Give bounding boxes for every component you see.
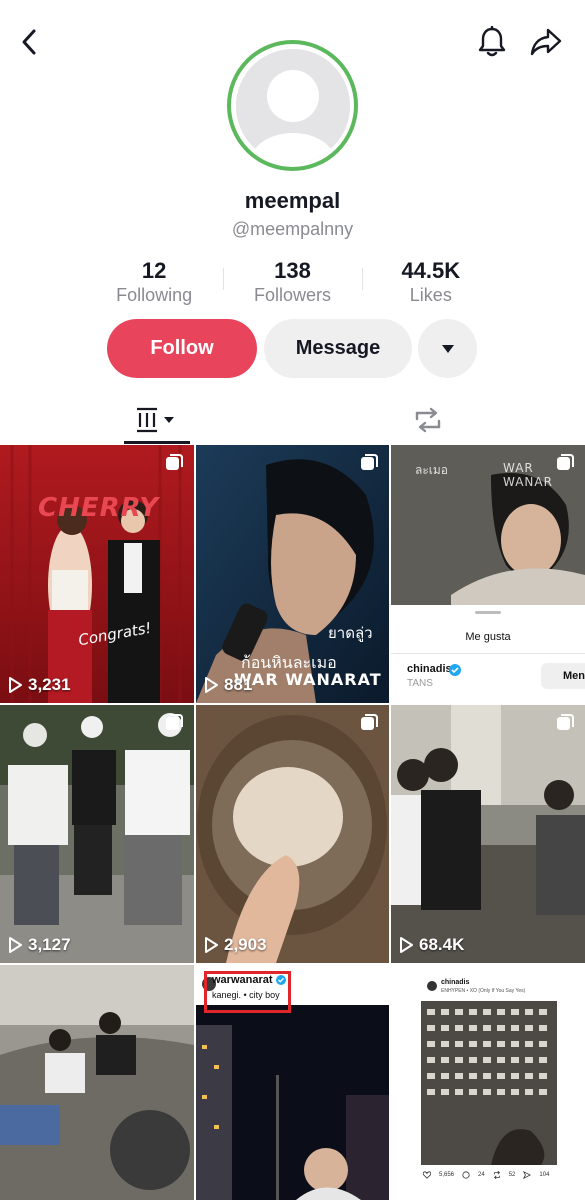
more-options-button[interactable] — [418, 319, 477, 378]
video-thumbnail-image — [391, 705, 585, 963]
embedded-text: chinadis — [441, 979, 470, 986]
video-overlay-text: CHERRY — [38, 493, 160, 523]
username-handle: @meempalnny — [231, 219, 354, 239]
caret-down-icon — [441, 344, 454, 353]
video-thumbnail[interactable] — [0, 965, 194, 1200]
view-count-text: 68.4K — [419, 935, 465, 954]
display-name: meempal — [244, 188, 341, 213]
divider — [362, 268, 363, 290]
video-thumbnail[interactable]: 3,127 — [0, 705, 194, 963]
following-label: Following — [116, 285, 193, 305]
following-count: 12 — [141, 258, 167, 283]
embedded-text: TANS — [407, 678, 433, 689]
bell-icon — [478, 26, 506, 57]
back-button[interactable] — [10, 22, 50, 62]
follow-button[interactable]: Follow — [107, 319, 257, 378]
comment-count: 24 — [478, 1172, 485, 1178]
photo-carousel-icon — [166, 454, 183, 470]
stat-following[interactable]: 12 Following — [85, 258, 223, 306]
video-thumbnail-image — [196, 1005, 389, 1200]
tab-videos[interactable] — [124, 395, 190, 445]
notification-button[interactable] — [472, 22, 512, 62]
share-count: 104 — [539, 1172, 550, 1178]
video-thumbnail[interactable]: warwanarat kanegi. • city boy — [196, 965, 389, 1200]
repost-icon — [415, 407, 441, 433]
video-thumbnail[interactable]: CHERRY Congrats! 3,231 — [0, 445, 194, 703]
play-icon — [205, 937, 218, 953]
heart-icon — [423, 1171, 431, 1179]
play-icon — [400, 937, 413, 953]
likes-label: Likes — [409, 285, 452, 305]
avatar-ring[interactable] — [227, 40, 358, 171]
view-count: 881 — [204, 675, 252, 695]
view-count-text: 3,127 — [28, 935, 71, 954]
video-thumbnail[interactable]: chinadis ENHYPEN • XO (Only If You Say Y… — [391, 965, 585, 1200]
play-icon — [9, 937, 22, 953]
play-icon — [205, 677, 218, 693]
followers-count: 138 — [274, 258, 311, 283]
photo-carousel-icon — [557, 454, 574, 470]
send-icon — [523, 1171, 532, 1179]
stat-likes[interactable]: 44.5K Likes — [362, 258, 500, 306]
chevron-left-icon — [22, 29, 36, 55]
share-button[interactable] — [526, 22, 566, 62]
embedded-text: ENHYPEN • XO (Only If You Say Yes) — [441, 988, 526, 994]
view-count: 3,127 — [8, 935, 71, 955]
video-overlay-text: WAR WANARAT — [234, 670, 382, 689]
view-count-text: 3,231 — [28, 675, 71, 694]
sheet-handle — [475, 611, 501, 614]
repost-count: 52 — [508, 1172, 516, 1178]
photo-carousel-icon — [166, 714, 183, 730]
video-thumbnail-image — [0, 445, 194, 703]
post-stats: 5,656 24 52 104 — [423, 1171, 549, 1179]
video-thumbnail[interactable]: 2,903 — [196, 705, 389, 963]
verified-icon — [276, 975, 286, 985]
message-button[interactable]: Message — [264, 319, 412, 378]
avatar — [235, 48, 350, 163]
repost-icon — [493, 1171, 500, 1179]
video-overlay-text: ละเมอ — [415, 463, 449, 477]
embedded-text: kanegi. • city boy — [212, 990, 280, 1000]
video-thumbnail-image — [0, 965, 194, 1200]
stat-followers[interactable]: 138 Followers — [223, 258, 361, 306]
tab-reposts[interactable] — [400, 395, 456, 445]
comment-icon — [462, 1171, 470, 1179]
likes-count: 44.5K — [401, 258, 461, 283]
play-icon — [9, 677, 22, 693]
share-arrow-icon — [530, 28, 562, 56]
post-image — [421, 1001, 557, 1165]
active-tab-indicator — [124, 441, 190, 444]
embedded-button: Men — [541, 663, 585, 689]
verified-icon — [449, 664, 461, 676]
view-count: 3,231 — [8, 675, 71, 695]
followers-label: Followers — [253, 285, 331, 305]
avatar — [427, 981, 437, 991]
view-count-text: 881 — [224, 675, 253, 694]
video-grid: CHERRY Congrats! 3,231 ยาดลู่ว ก้อนหินละ… — [0, 445, 585, 1200]
embedded-text: warwanarat — [212, 974, 273, 986]
content-tabs — [0, 395, 585, 445]
default-avatar-icon — [235, 48, 350, 163]
divider — [223, 268, 224, 290]
video-thumbnail-image — [196, 705, 389, 963]
like-count: 5,656 — [439, 1172, 455, 1178]
divider — [391, 653, 585, 654]
photo-carousel-icon — [361, 454, 378, 470]
embedded-text: Me gusta — [465, 631, 511, 643]
video-thumbnail[interactable]: 68.4K — [391, 705, 585, 963]
embedded-text: chinadis — [407, 663, 452, 675]
profile-stats: 12 Following 138 Followers 44.5K Likes — [85, 258, 500, 306]
view-count-text: 2,903 — [224, 935, 267, 954]
view-count: 68.4K — [399, 935, 464, 955]
photo-carousel-icon — [361, 714, 378, 730]
video-thumbnail[interactable]: ละเมอ WAR WANAR Me gusta chinadis TANS M… — [391, 445, 585, 703]
view-count: 2,903 — [204, 935, 267, 955]
photo-carousel-icon — [557, 714, 574, 730]
video-overlay-text: ยาดลู่ว — [328, 624, 373, 642]
grid-columns-icon — [137, 407, 174, 433]
video-thumbnail-image — [0, 705, 194, 963]
video-thumbnail[interactable]: ยาดลู่ว ก้อนหินละเมอ WAR WANARAT 881 — [196, 445, 389, 703]
